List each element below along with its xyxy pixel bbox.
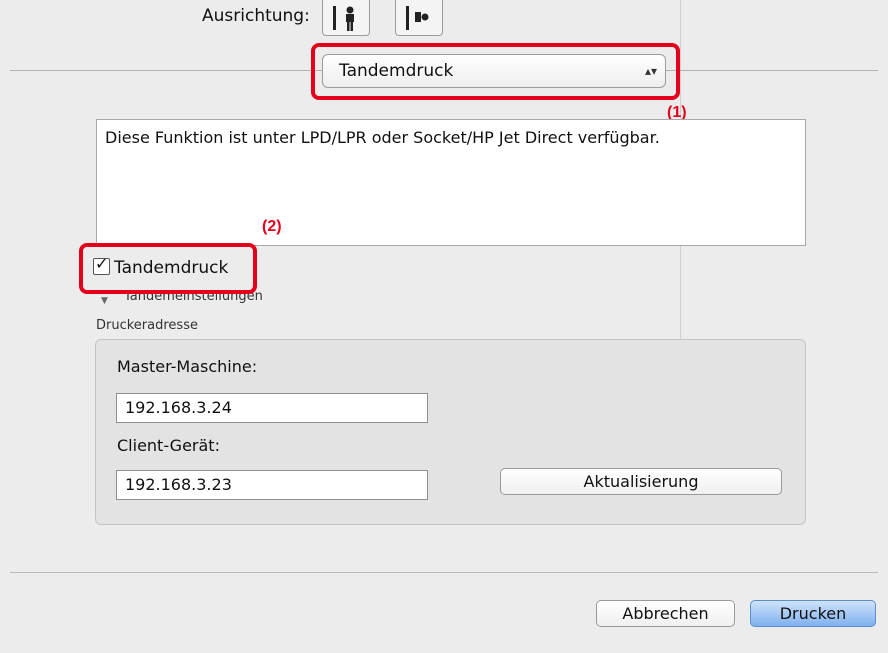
callout-label-2: (2) (262, 218, 282, 235)
callout-box-1 (311, 43, 680, 100)
disclosure-triangle-icon[interactable]: ▼ (101, 296, 108, 306)
cancel-button[interactable]: Abbrechen (596, 600, 735, 627)
landscape-orientation-button[interactable] (395, 0, 443, 36)
checkbox-checked-icon[interactable]: ✓ (93, 254, 110, 275)
portrait-orientation-icon (333, 6, 354, 31)
info-text: Diese Funktion ist unter LPD/LPR oder So… (105, 128, 660, 147)
portrait-orientation-button[interactable] (322, 0, 370, 36)
orientation-label: Ausrichtung: (202, 6, 310, 26)
tandem-checkbox[interactable]: ✓ Tandemdruck (93, 254, 229, 278)
print-button[interactable]: Drucken (750, 600, 876, 627)
info-text-area: Diese Funktion ist unter LPD/LPR oder So… (96, 119, 806, 246)
client-device-label: Client-Gerät: (117, 436, 220, 455)
master-machine-input[interactable]: 192.168.3.24 (116, 393, 428, 423)
client-device-input[interactable]: 192.168.3.23 (116, 470, 428, 500)
bottom-separator (10, 572, 878, 573)
master-machine-label: Master-Maschine: (117, 357, 258, 376)
tandem-checkbox-label: Tandemdruck (114, 258, 229, 278)
printer-address-label: Druckeradresse (96, 318, 198, 333)
landscape-orientation-icon (406, 6, 429, 30)
refresh-button[interactable]: Aktualisierung (500, 468, 782, 495)
